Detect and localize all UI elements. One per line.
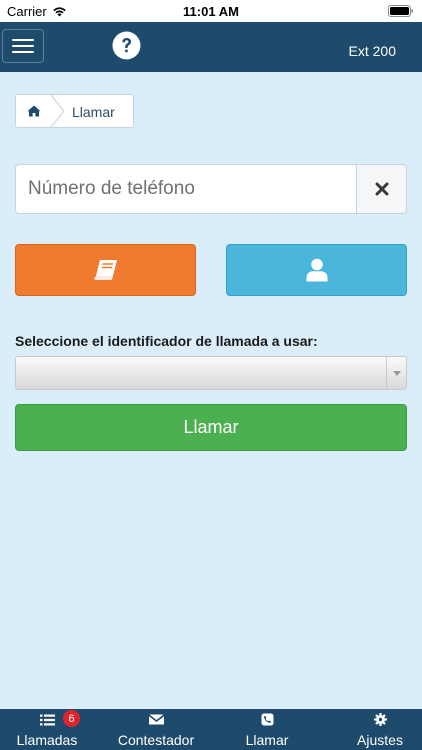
- gear-icon: [373, 712, 387, 727]
- envelope-icon: [148, 712, 164, 727]
- home-icon[interactable]: [16, 95, 52, 127]
- tab-llamadas[interactable]: Llamadas 6: [6, 709, 88, 750]
- call-button[interactable]: Llamar: [15, 404, 407, 451]
- question-circle-icon[interactable]: [112, 31, 141, 60]
- tab-label-llamar: Llamar: [245, 732, 289, 748]
- hamburger-menu-icon[interactable]: [2, 29, 44, 63]
- navigation-bar: Ext 200: [0, 22, 422, 72]
- tab-contestador[interactable]: Contestador: [110, 709, 202, 750]
- breadcrumb-current[interactable]: Llamar: [72, 104, 115, 120]
- list-icon: [39, 712, 55, 727]
- breadcrumb: Llamar: [15, 94, 134, 128]
- clock: 11:01 AM: [183, 4, 239, 19]
- extension-label: Ext 200: [348, 43, 396, 59]
- tab-label-ajustes: Ajustes: [357, 732, 403, 748]
- status-bar: Carrier 11:01 AM: [0, 0, 422, 22]
- phonebook-button[interactable]: [15, 244, 196, 296]
- tab-bar: Llamadas 6 Contestador Llamar Ajustes: [0, 709, 422, 750]
- unread-calls-badge: 6: [63, 710, 80, 727]
- chevron-down-icon[interactable]: [386, 357, 406, 389]
- tab-label-contestador: Contestador: [117, 732, 195, 748]
- close-icon[interactable]: [356, 164, 407, 214]
- breadcrumb-separator: [50, 95, 65, 127]
- phone-number-input[interactable]: [15, 164, 357, 214]
- user-icon: [306, 258, 327, 282]
- battery-icon: [388, 5, 414, 20]
- tab-llamar[interactable]: Llamar: [231, 709, 303, 750]
- contacts-button[interactable]: [226, 244, 407, 296]
- tab-ajustes[interactable]: Ajustes: [346, 709, 414, 750]
- caller-id-select[interactable]: [15, 356, 407, 390]
- phone-icon: [261, 712, 274, 727]
- book-icon: [93, 260, 117, 280]
- caller-id-label: Seleccione el identificador de llamada a…: [15, 333, 318, 349]
- tab-label-llamadas: Llamadas: [16, 732, 78, 748]
